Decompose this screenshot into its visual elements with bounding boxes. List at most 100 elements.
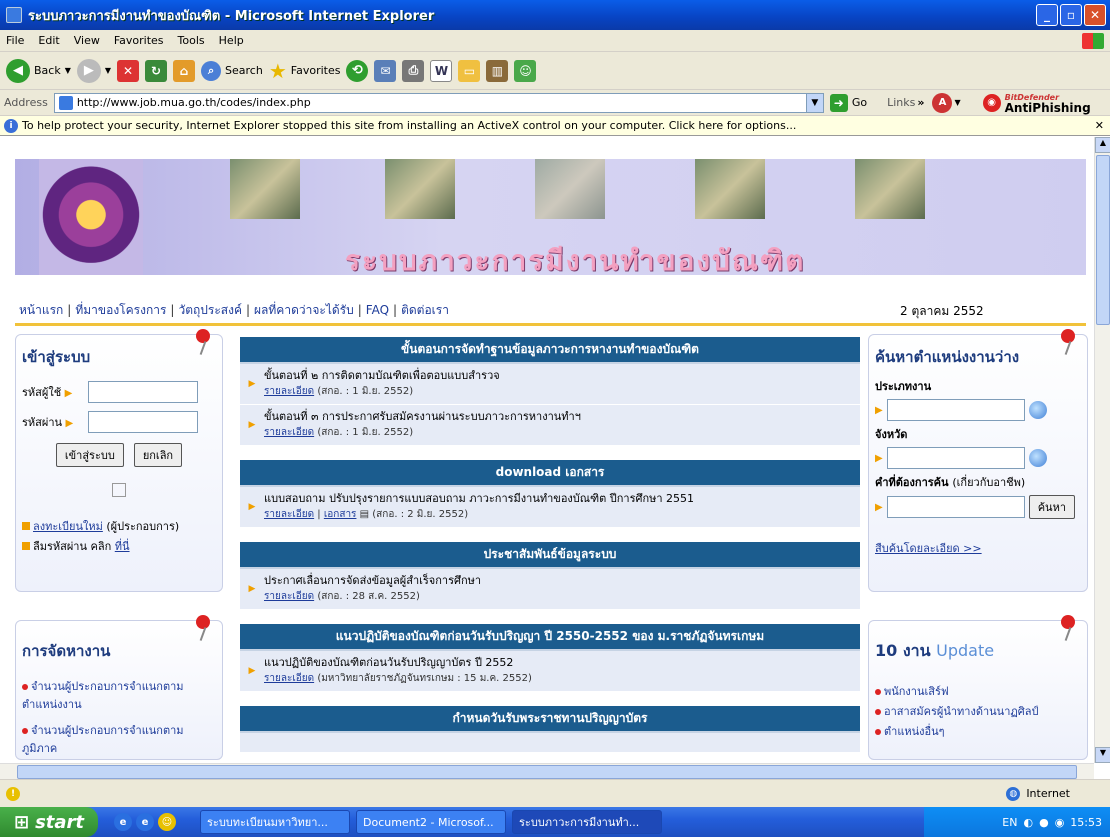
minimize-button[interactable]: _	[1036, 4, 1058, 26]
section-header: download เอกสาร	[240, 460, 860, 487]
search-button[interactable]: ⌕ Search	[201, 60, 263, 81]
lookup-icon[interactable]	[1028, 449, 1047, 467]
details-link[interactable]: รายละเอียด	[264, 591, 314, 602]
start-button[interactable]: ⊞ start	[0, 807, 98, 837]
cancel-button[interactable]: ยกเลิก	[133, 443, 183, 467]
forgot-password-link[interactable]: ที่นี่	[115, 540, 130, 553]
lookup-icon[interactable]	[1028, 401, 1047, 419]
go-arrow-icon[interactable]: ➜	[829, 93, 848, 112]
nav-divider	[15, 323, 1086, 326]
windows-logo-icon	[1082, 33, 1104, 49]
update-item-link[interactable]: อาสาสมัครผู้นำทางด้านนาฏศิลป์	[884, 705, 1038, 718]
messenger-icon[interactable]: ☺	[514, 59, 537, 82]
taskbar-item-active[interactable]: ระบบภาวะการมีงานทำ...	[512, 810, 662, 834]
menu-edit[interactable]: Edit	[38, 34, 59, 47]
system-tray: EN ◐ ● ◉ 15:53	[924, 807, 1110, 837]
warning-icon[interactable]: !	[6, 786, 20, 801]
acrobat-icon[interactable]: A	[932, 92, 953, 113]
tray-icon[interactable]: ◉	[1055, 816, 1065, 829]
nav-background[interactable]: ที่มาของโครงการ	[75, 301, 166, 320]
nav-contact[interactable]: ติดต่อเรา	[401, 301, 449, 320]
infobar-close-icon[interactable]: ✕	[1095, 119, 1104, 132]
section-guidelines: แนวปฏิบัติของบัณฑิตก่อนวันรับปริญญา ปี 2…	[240, 624, 860, 692]
register-link[interactable]: ลงทะเบียนใหม่	[33, 520, 103, 533]
scroll-up-icon[interactable]: ▲	[1095, 137, 1110, 153]
document-link[interactable]: เอกสาร	[324, 509, 357, 520]
scroll-down-icon[interactable]: ▼	[1095, 747, 1110, 763]
menu-file[interactable]: File	[6, 34, 24, 47]
address-dropdown-icon[interactable]: ▼	[805, 93, 823, 112]
scroll-thumb[interactable]	[17, 765, 1077, 779]
search-icon: ⌕	[201, 60, 222, 81]
security-zone: Internet	[1026, 787, 1070, 800]
jobs-by-position-link[interactable]: จำนวนผู้ประกอบการจำแนกตามตำแหน่งงาน	[22, 680, 184, 711]
links-button[interactable]: Links	[887, 96, 915, 109]
menu-tools[interactable]: Tools	[178, 34, 205, 47]
forward-button[interactable]: ▶ ▼	[76, 58, 111, 83]
edit-icon[interactable]: W	[430, 59, 453, 82]
favorites-button[interactable]: ★ Favorites	[269, 59, 341, 83]
vertical-scrollbar[interactable]: ▲ ▼	[1094, 137, 1110, 763]
nav-expected-results[interactable]: ผลที่คาดว่าจะได้รับ	[254, 301, 354, 320]
maximize-button[interactable]: ▫	[1060, 4, 1082, 26]
item-title: ขั้นตอนที่ ๓ การประกาศรับสมัครงานผ่านระบ…	[264, 410, 581, 423]
close-button[interactable]: ✕	[1084, 4, 1106, 26]
chevron-icon[interactable]: »	[917, 96, 924, 109]
home-icon[interactable]: ⌂	[173, 59, 196, 82]
menu-favorites[interactable]: Favorites	[114, 34, 164, 47]
mail-icon[interactable]: ✉	[374, 59, 397, 82]
information-bar[interactable]: i To help protect your security, Interne…	[0, 116, 1110, 136]
login-button[interactable]: เข้าสู่ระบบ	[55, 443, 124, 467]
stop-icon[interactable]: ✕	[117, 59, 140, 82]
menu-help[interactable]: Help	[219, 34, 244, 47]
taskbar-item[interactable]: Document2 - Microsof...	[356, 810, 506, 834]
details-link[interactable]: รายละเอียด	[264, 509, 314, 520]
arrow-icon: ▶	[875, 404, 883, 416]
advanced-search-link[interactable]: สืบค้นโดยละเอียด >>	[875, 542, 982, 555]
address-input[interactable]: http://www.job.mua.go.th/codes/index.php…	[53, 92, 824, 113]
antiphishing-button[interactable]: BitDefender AntiPhishing	[1004, 93, 1091, 115]
messenger-quicklaunch-icon[interactable]: ☺	[158, 813, 176, 831]
folder-icon[interactable]: ▭	[458, 59, 481, 82]
tray-icon[interactable]: ●	[1039, 816, 1049, 829]
back-button[interactable]: ◀ Back ▼	[6, 58, 71, 83]
nav-objectives[interactable]: วัตถุประสงค์	[178, 301, 242, 320]
details-link[interactable]: รายละเอียด	[264, 673, 314, 684]
search-button[interactable]: ค้นหา	[1028, 495, 1076, 519]
province-input[interactable]	[886, 447, 1025, 469]
nav-faq[interactable]: FAQ	[366, 303, 389, 317]
details-link[interactable]: รายละเอียด	[264, 386, 314, 397]
details-link[interactable]: รายละเอียด	[264, 427, 314, 438]
taskbar-item[interactable]: ระบบทะเบียนมหาวิทยา...	[200, 810, 350, 834]
menu-view[interactable]: View	[74, 34, 100, 47]
jobs-box: การจัดหางาน จำนวนผู้ประกอบการจำแนกตามตำแ…	[15, 615, 223, 760]
arrow-icon: ▶	[248, 502, 256, 512]
arrow-icon: ▶	[65, 418, 74, 429]
horizontal-scrollbar[interactable]	[0, 763, 1094, 779]
update-item-link[interactable]: พนักงานเสิร์ฟ	[884, 685, 949, 698]
jobs-by-region-link[interactable]: จำนวนผู้ประกอบการจำแนกตามภูมิภาค	[22, 724, 184, 755]
ie-quicklaunch-icon[interactable]: e	[136, 813, 154, 831]
scroll-thumb[interactable]	[1096, 155, 1110, 325]
language-indicator[interactable]: EN	[1002, 816, 1017, 829]
bullet-icon	[22, 684, 28, 690]
window-titlebar[interactable]: ระบบภาวะการมีงานทำของบัณฑิต - Microsoft …	[0, 0, 1110, 30]
nav-home[interactable]: หน้าแรก	[19, 301, 63, 320]
job-type-input[interactable]	[886, 399, 1025, 421]
password-input[interactable]	[88, 411, 198, 433]
research-icon[interactable]: ▥	[486, 59, 509, 82]
history-icon[interactable]: ⟲	[346, 59, 369, 82]
bitdefender-icon[interactable]: ◉	[982, 93, 1001, 112]
refresh-icon[interactable]: ↻	[145, 59, 168, 82]
ie-quicklaunch-icon[interactable]: e	[114, 813, 132, 831]
back-arrow-icon: ◀	[6, 58, 30, 83]
top-navigation: หน้าแรก | ที่มาของโครงการ | วัตถุประสงค์ | …	[15, 300, 845, 320]
tray-icon[interactable]: ◐	[1023, 816, 1033, 829]
antiphishing-label: AntiPhishing	[1004, 100, 1091, 115]
standard-toolbar: ◀ Back ▼ ▶ ▼ ✕ ↻ ⌂ ⌕ Search ★ Favorites ⟲ …	[0, 52, 1110, 90]
update-item-link[interactable]: ตำแหน่งอื่นๆ	[884, 725, 945, 738]
go-button[interactable]: Go	[852, 96, 867, 109]
print-icon[interactable]: ⎙	[402, 59, 425, 82]
username-input[interactable]	[88, 381, 198, 403]
keyword-input[interactable]	[886, 496, 1025, 518]
